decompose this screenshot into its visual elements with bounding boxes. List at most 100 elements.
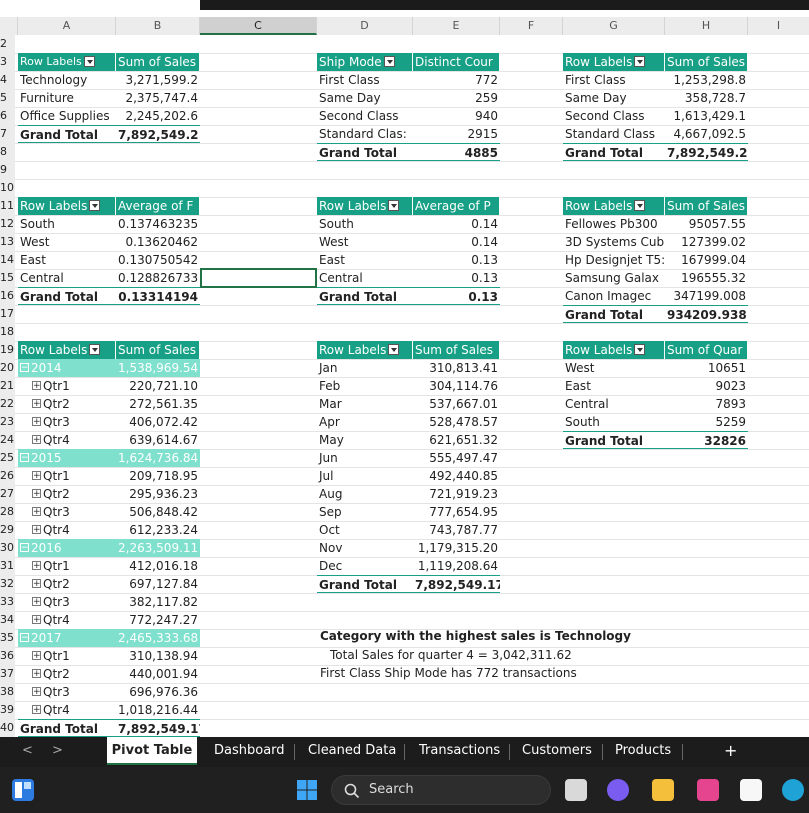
pivot3-row-label[interactable]: Standard Class (563, 125, 665, 143)
column-header-e[interactable]: E (413, 17, 500, 35)
pivot7-year-row[interactable]: −2015 (18, 449, 116, 467)
pivot9-row-value[interactable]: 7893 (665, 395, 748, 413)
filter-dropdown-icon[interactable] (89, 200, 101, 211)
pivot2-row-value[interactable]: 772 (413, 71, 500, 89)
pivot7-year-row[interactable]: −2017 (18, 629, 116, 647)
expand-icon[interactable]: + (32, 507, 41, 517)
pivot8-row-label[interactable]: Jan (317, 359, 413, 377)
pivot8-row-value[interactable]: 777,654.95 (413, 503, 500, 521)
filter-dropdown-icon[interactable] (89, 344, 101, 355)
filter-applied-icon[interactable] (634, 200, 646, 211)
pivot8-row-value[interactable]: 621,651.32 (413, 431, 500, 449)
pivot5-total-label[interactable]: Grand Total (317, 287, 413, 305)
next-sheet-button[interactable]: > (52, 737, 63, 767)
pivot1-row-label[interactable]: Technology (18, 71, 116, 89)
pivot6-row-label[interactable]: 3D Systems Cub (563, 233, 665, 251)
pivot5-total-value[interactable]: 0.13 (413, 287, 500, 305)
pivot7-quarter-value[interactable]: 272,561.35 (116, 395, 200, 413)
expand-icon[interactable]: + (32, 417, 41, 427)
expand-icon[interactable]: + (32, 669, 41, 679)
pivot1-header-label[interactable]: Row Labels (18, 53, 116, 71)
pivot4-row-value[interactable]: 0.128826733 (116, 269, 200, 287)
pivot7-year-total[interactable]: 2,263,509.11 (116, 539, 200, 557)
pivot4-row-label[interactable]: South (18, 215, 116, 233)
pivot6-row-label[interactable]: Fellowes Pb300 (563, 215, 665, 233)
pivot2-header-label[interactable]: Ship Mode (317, 53, 413, 71)
pivot9-row-value[interactable]: 10651 (665, 359, 748, 377)
row-header[interactable]: 27 (0, 485, 15, 503)
pivot4-row-label[interactable]: Central (18, 269, 116, 287)
prev-sheet-button[interactable]: < (22, 737, 33, 767)
row-header[interactable]: 38 (0, 683, 15, 701)
pivot2-total-label[interactable]: Grand Total (317, 143, 413, 161)
pivot3-row-value[interactable]: 4,667,092.5 (665, 125, 748, 143)
pivot7-header-label[interactable]: Row Labels (18, 341, 116, 359)
pivot6-total-label[interactable]: Grand Total (563, 305, 665, 323)
pivot8-total-value[interactable]: 7,892,549.17 (413, 575, 500, 593)
pivot7-quarter-value[interactable]: 612,233.24 (116, 521, 200, 539)
pivot5-row-label[interactable]: Central (317, 269, 413, 287)
filter-dropdown-icon[interactable] (388, 344, 400, 355)
pivot7-quarter-value[interactable]: 295,936.23 (116, 485, 200, 503)
pivot7-quarter-value[interactable]: 406,072.42 (116, 413, 200, 431)
pivot8-row-label[interactable]: Aug (317, 485, 413, 503)
copilot-icon[interactable] (697, 779, 719, 801)
pivot4-row-value[interactable]: 0.13620462 (116, 233, 200, 251)
pivot8-row-label[interactable]: Apr (317, 413, 413, 431)
pivot8-header-value[interactable]: Sum of Sales (413, 341, 500, 359)
pivot7-quarter-value[interactable]: 506,848.42 (116, 503, 200, 521)
row-header[interactable]: 22 (0, 395, 15, 413)
pivot8-row-value[interactable]: 537,667.01 (413, 395, 500, 413)
pivot8-header-label[interactable]: Row Labels (317, 341, 413, 359)
pivot7-quarter-value[interactable]: 1,018,216.44 (116, 701, 200, 719)
pivot6-row-value[interactable]: 196555.32 (665, 269, 748, 287)
tab-cleaned-data[interactable]: Cleaned Data (308, 737, 396, 767)
pivot8-row-value[interactable]: 1,119,208.64 (413, 557, 500, 575)
row-header[interactable]: 13 (0, 233, 15, 251)
pivot8-row-label[interactable]: Mar (317, 395, 413, 413)
pivot7-total-value[interactable]: 7,892,549.17 (116, 719, 200, 737)
pivot3-header-label[interactable]: Row Labels (563, 53, 665, 71)
pivot9-total-label[interactable]: Grand Total (563, 431, 665, 449)
pivot7-quarter-row[interactable]: + Qtr4 (18, 521, 116, 539)
add-sheet-button[interactable]: + (724, 737, 737, 767)
pivot1-row-label[interactable]: Furniture (18, 89, 116, 107)
row-header[interactable]: 3 (0, 53, 15, 71)
pivot2-row-value[interactable]: 940 (413, 107, 500, 125)
filter-dropdown-icon[interactable] (83, 55, 95, 67)
pivot2-row-label[interactable]: Second Class (317, 107, 413, 125)
row-header[interactable]: 14 (0, 251, 15, 269)
pivot7-quarter-value[interactable]: 382,117.82 (116, 593, 200, 611)
spreadsheet-grid[interactable]: 2 3 4 5 6 7 8 9 10 11 12 13 14 15 16 17 18 19 20 21 22 23 24 25… (0, 35, 809, 737)
expand-icon[interactable]: + (32, 651, 41, 661)
pivot7-year-row[interactable]: −2016 (18, 539, 116, 557)
pivot7-header-value[interactable]: Sum of Sales (116, 341, 200, 359)
pivot1-header-value[interactable]: Sum of Sales (116, 53, 200, 71)
row-header[interactable]: 32 (0, 575, 15, 593)
pivot7-quarter-row[interactable]: + Qtr3 (18, 413, 116, 431)
pivot7-quarter-value[interactable]: 440,001.94 (116, 665, 200, 683)
row-header[interactable]: 37 (0, 665, 15, 683)
pivot7-quarter-row[interactable]: + Qtr2 (18, 395, 116, 413)
row-header[interactable]: 12 (0, 215, 15, 233)
pivot1-row-value[interactable]: 3,271,599.2 (116, 71, 200, 89)
column-header-d[interactable]: D (317, 17, 413, 35)
row-header[interactable]: 9 (0, 161, 15, 179)
taskbar-search[interactable]: Search (331, 775, 551, 805)
pivot7-quarter-row[interactable]: + Qtr1 (18, 557, 116, 575)
row-header[interactable]: 18 (0, 323, 15, 341)
row-header[interactable]: 11 (0, 197, 15, 215)
app-icon[interactable] (12, 779, 34, 801)
pivot7-quarter-value[interactable]: 220,721.10 (116, 377, 200, 395)
expand-icon[interactable]: + (32, 579, 41, 589)
pivot7-quarter-row[interactable]: + Qtr1 (18, 377, 116, 395)
pivot8-row-label[interactable]: Jul (317, 467, 413, 485)
pivot3-row-value[interactable]: 358,728.7 (665, 89, 748, 107)
row-header[interactable]: 2 (0, 35, 15, 53)
pivot3-row-value[interactable]: 1,253,298.8 (665, 71, 748, 89)
tab-transactions[interactable]: Transactions (419, 737, 500, 767)
pivot6-row-label[interactable]: Hp Designjet T5: (563, 251, 665, 269)
pivot1-total-label[interactable]: Grand Total (18, 125, 116, 143)
row-header[interactable]: 23 (0, 413, 15, 431)
pivot5-row-value[interactable]: 0.14 (413, 215, 500, 233)
